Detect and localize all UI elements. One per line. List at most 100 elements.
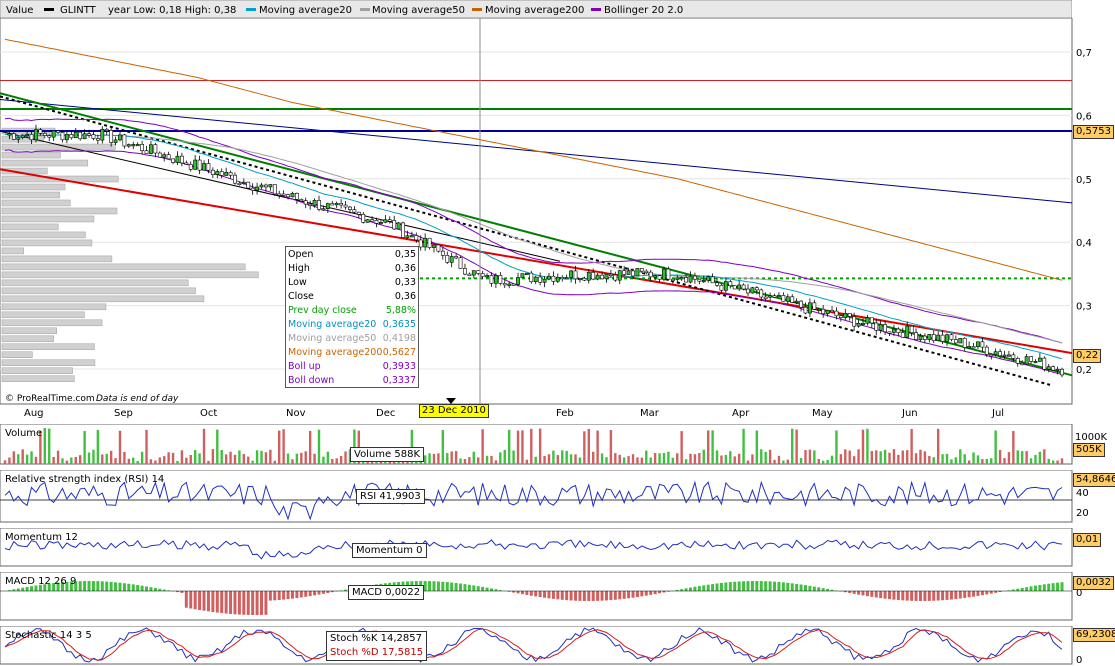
macd-bar [795, 583, 799, 591]
candle-body [427, 237, 432, 248]
candle-body [679, 277, 684, 280]
macd-bar [715, 583, 719, 591]
volume-bar [494, 460, 498, 464]
candle-body [883, 324, 887, 333]
candle-body [533, 276, 538, 283]
volume-bar [662, 452, 666, 464]
month-label: Nov [286, 408, 306, 419]
stochastic-panel[interactable]: Stochastic 14 3 5 0 [0, 626, 1115, 666]
macd-bar [136, 585, 140, 591]
tooltip-row: Boll up 0,3933 [288, 360, 416, 374]
candle-body [1020, 363, 1025, 366]
candle-body [312, 200, 317, 206]
candle-body [608, 273, 613, 276]
volume-profile-bar [1, 191, 60, 199]
macd-bar [773, 581, 777, 591]
macd-bar [543, 591, 547, 598]
macd-bar [799, 584, 803, 591]
price-chart[interactable]: 0,70,60,50,40,30,2 AugSepOctNovDec1FebMa… [0, 18, 1115, 424]
macd-bar [658, 591, 662, 594]
volume-bar [693, 454, 697, 464]
macd-bar [927, 591, 931, 601]
volume-bar [12, 451, 16, 464]
volume-bar [158, 457, 161, 464]
volume-bar [468, 457, 471, 464]
volume-bar [503, 449, 506, 464]
tooltip-label: Boll down [288, 375, 335, 386]
volume-bar [976, 455, 980, 464]
macd-readout: MACD 0,0022 [348, 585, 425, 600]
macd-bar [450, 582, 454, 591]
candle-body [180, 155, 184, 164]
candle-body [653, 275, 658, 278]
candle-body [622, 270, 627, 275]
rsi-tick-20: 20 [1076, 508, 1089, 519]
macd-bar [697, 586, 701, 591]
volume-bar [291, 459, 294, 464]
candle-body [989, 354, 994, 357]
macd-bar [153, 587, 157, 591]
momentum-panel[interactable]: Momentum 12 [0, 528, 1115, 568]
candle-body [157, 152, 162, 158]
macd-bar [127, 583, 131, 591]
candle-body [171, 158, 175, 163]
candle-body [754, 287, 759, 291]
candle-body [980, 341, 985, 348]
volume-bar [220, 449, 223, 464]
volume-bar [233, 454, 237, 464]
candle-body [1011, 354, 1016, 359]
volume-bar [512, 450, 515, 464]
volume-profile-bar [1, 279, 189, 287]
volume-panel[interactable]: Volume 1000K [0, 424, 1115, 466]
volume-tag: 505K [1073, 443, 1105, 457]
macd-bar [313, 591, 317, 596]
macd-bar [600, 591, 604, 601]
tooltip-value: 0,3635 [382, 319, 416, 330]
candle-body [65, 134, 69, 141]
macd-bar [693, 586, 697, 591]
volume-bar [671, 457, 675, 464]
volume-bar [959, 449, 962, 464]
stoch-k-readout: Stoch %K 14,2857 [330, 633, 422, 644]
candle-body [1046, 366, 1051, 370]
candle-body [405, 235, 410, 238]
candle-body [976, 341, 980, 348]
candle-body [489, 275, 494, 284]
volume-bar [83, 430, 86, 464]
candle-body [409, 235, 414, 238]
macd-bar [140, 585, 144, 591]
candle-body [600, 274, 604, 280]
volume-bar [786, 459, 789, 464]
volume-bar [17, 454, 20, 464]
candle-body [657, 275, 662, 280]
macd-bar [529, 591, 533, 596]
legend-ma20-swatch [246, 8, 256, 11]
candle-body [20, 134, 25, 138]
candle-body [763, 296, 768, 299]
macd-panel[interactable]: MACD 12 26 9 0 [0, 572, 1115, 622]
macd-bar [649, 591, 653, 595]
candle-body [241, 181, 246, 184]
macd-bar [83, 581, 87, 591]
candle-body [374, 220, 379, 224]
candle-body [547, 275, 551, 280]
volume-bar [101, 454, 104, 464]
candle-body [697, 278, 702, 282]
volume-bar [25, 454, 29, 464]
volume-bar [154, 460, 157, 464]
candle-body [507, 283, 512, 286]
volume-bar [605, 457, 608, 464]
macd-bar [118, 582, 122, 591]
volume-bar [817, 459, 820, 464]
volume-bar [764, 451, 767, 464]
volume-bar [52, 456, 55, 464]
candle-body [480, 273, 485, 277]
volume-bar [260, 450, 263, 464]
price-tooltip: Open 0,35 High 0,36 Low 0,33 Close 0,36 Prev day… [285, 246, 419, 388]
volume-bar [1043, 449, 1046, 464]
volume-bar [680, 431, 683, 464]
candle-body [670, 278, 675, 281]
rsi-panel[interactable]: Relative strength index (RSI) 14 40 20 [0, 470, 1115, 524]
volume-profile-bar [1, 375, 75, 382]
candle-body [228, 172, 233, 176]
